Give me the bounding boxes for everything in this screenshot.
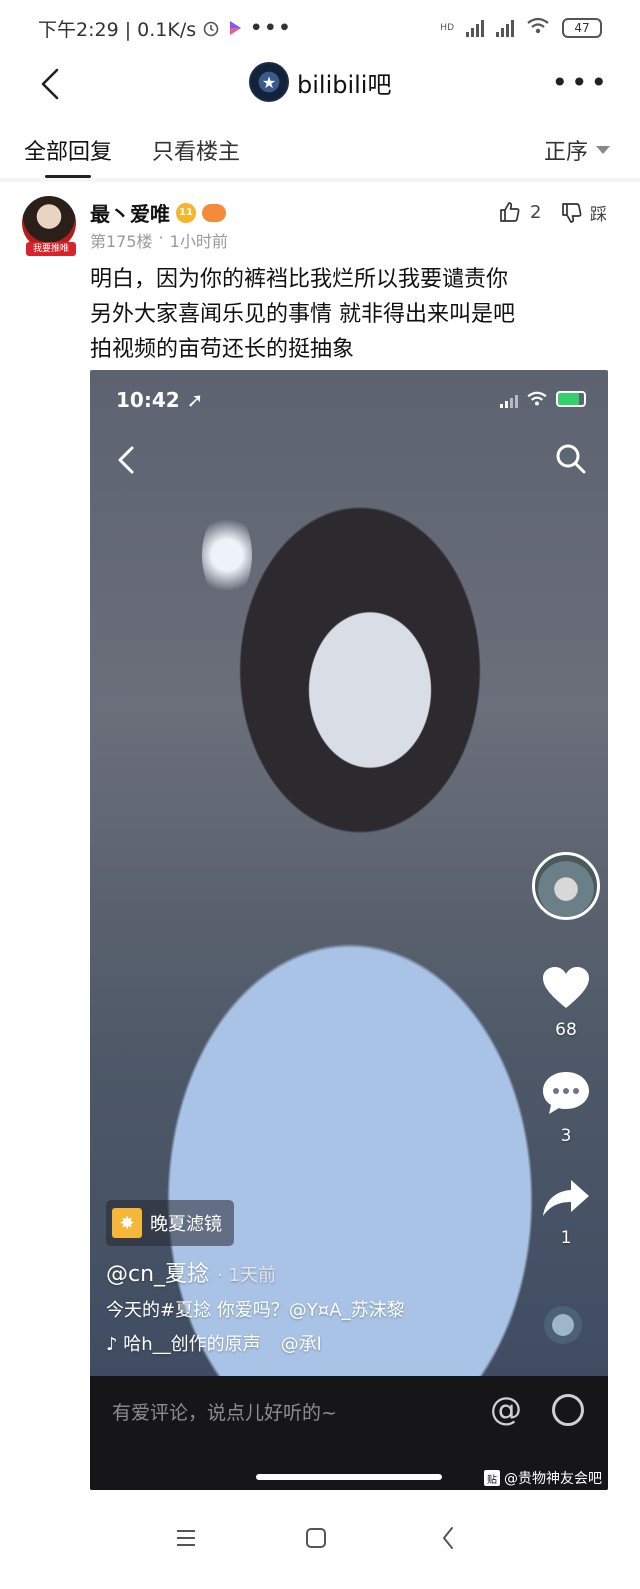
watermark-text: @贵物神友会吧 xyxy=(504,1471,602,1487)
reply-tabs: 全部回复 只看楼主 正序 xyxy=(0,120,640,182)
hd-label: HD xyxy=(440,23,454,33)
home-button[interactable] xyxy=(298,1520,334,1556)
back-arrow-icon xyxy=(41,68,59,100)
avatar-tag: 我要推唯 xyxy=(26,242,76,256)
hair-ornament xyxy=(202,510,252,600)
meta-separator: · xyxy=(158,228,164,247)
shot-share-count: 1 xyxy=(560,1228,572,1248)
back-button[interactable] xyxy=(30,64,70,104)
author-name[interactable]: 最丶爱唯 xyxy=(90,198,170,227)
tab-all-replies[interactable]: 全部回复 xyxy=(24,134,112,166)
author-avatar[interactable]: 我要推唯 xyxy=(22,196,76,256)
post-body: 明白，因为你的裤裆比我烂所以我要谴责你 另外大家喜闻乐见的事情 就非得出来叫是吧… xyxy=(90,262,610,367)
shot-comment-bar: 有爱评论，说点儿好听的~ @ 贴 @贵物神友会吧 xyxy=(90,1376,608,1490)
shot-like-action: 68 xyxy=(538,966,594,1040)
video-time: · 1天前 xyxy=(217,1265,276,1286)
dislike-label: 踩 xyxy=(590,205,607,225)
thumbs-down-icon xyxy=(562,202,582,223)
shot-battery-icon xyxy=(556,391,586,407)
location-arrow-icon: ➚ xyxy=(186,388,204,412)
status-bar: 下午2:29 | 0.1K/s ••• HD 47 xyxy=(0,0,640,56)
signal-2-icon xyxy=(496,19,514,37)
sort-dropdown[interactable]: 正序 xyxy=(544,134,610,166)
shot-wifi-icon xyxy=(527,391,547,406)
tieba-logo-icon: 贴 xyxy=(484,1470,500,1486)
menu-icon xyxy=(177,1530,195,1546)
like-count: 2 xyxy=(530,201,542,223)
comment-placeholder: 有爱评论，说点儿好听的~ xyxy=(112,1402,337,1424)
embedded-screenshot[interactable]: 10:42 ➚ 68 3 1 ✸ 晚夏滤镜 @cn_夏捻 · 1天前 今天的#夏… xyxy=(90,370,608,1490)
forum-avatar: ★ xyxy=(249,62,289,102)
video-app-icon xyxy=(226,19,244,37)
filter-sparkle-icon: ✸ xyxy=(112,1208,142,1238)
shot-home-indicator xyxy=(256,1474,442,1480)
shot-back-icon xyxy=(118,446,134,474)
video-author-row: @cn_夏捻 · 1天前 xyxy=(106,1256,276,1288)
dislike-button[interactable]: 踩 xyxy=(560,200,607,225)
comment-bubble-icon xyxy=(543,1072,589,1114)
menu-button[interactable] xyxy=(168,1520,204,1556)
author-row: 最丶爱唯 11 xyxy=(90,198,226,227)
filter-chip: ✸ 晚夏滤镜 xyxy=(106,1200,234,1246)
active-tab-indicator xyxy=(45,175,91,178)
shot-comment-action: 3 xyxy=(538,1070,594,1146)
shot-comment-count: 3 xyxy=(560,1126,572,1146)
heart-icon xyxy=(543,967,589,1008)
system-back-icon xyxy=(443,1527,453,1549)
home-square-icon xyxy=(306,1528,326,1548)
shot-time: 10:42 ➚ xyxy=(116,388,203,412)
nav-bar: ★ bilibili吧 ••• xyxy=(0,56,640,112)
sort-label: 正序 xyxy=(543,140,588,165)
share-arrow-icon xyxy=(543,1180,589,1216)
watermark: 贴 @贵物神友会吧 xyxy=(484,1468,602,1488)
creator-avatar-disc xyxy=(532,852,600,920)
like-button[interactable]: 2 xyxy=(498,200,541,224)
music-mention: @承l xyxy=(280,1334,322,1355)
shot-signal-icon xyxy=(500,390,518,408)
post-time: 1小时前 xyxy=(169,232,228,251)
wifi-icon xyxy=(526,17,550,40)
tab-op-only[interactable]: 只看楼主 xyxy=(152,134,240,166)
video-author-name: @cn_夏捻 xyxy=(106,1262,210,1287)
floor-number: 第175楼 xyxy=(90,232,153,251)
shot-time-text: 10:42 xyxy=(116,388,180,412)
post-line: 明白，因为你的裤裆比我烂所以我要谴责你 xyxy=(90,267,509,292)
decoration-badge-icon xyxy=(202,203,226,222)
at-mention-icon: @ xyxy=(490,1390,522,1428)
level-badge: 11 xyxy=(176,202,196,223)
post-line: 另外大家喜闻乐见的事情 就非得出来叫是吧 xyxy=(90,302,515,327)
shot-status-icons xyxy=(500,390,586,408)
floor-meta: 第175楼 · 1小时前 xyxy=(90,228,228,252)
battery-icon: 47 xyxy=(562,18,602,38)
video-music-row: ♪ 哈h__创作的原声 @承l xyxy=(106,1330,322,1356)
shot-share-action: 1 xyxy=(538,1178,594,1248)
music-avatar xyxy=(544,1306,582,1344)
signal-1-icon xyxy=(466,19,484,37)
shot-like-count: 68 xyxy=(555,1020,577,1040)
video-caption: 今天的#夏捻 你爱吗？@Y¤A_苏沫黎 xyxy=(106,1300,405,1321)
emoji-icon xyxy=(552,1394,584,1426)
chevron-down-icon xyxy=(596,146,610,154)
forum-name: bilibili吧 xyxy=(297,70,392,99)
music-source: ♪ 哈h__创作的原声 xyxy=(106,1334,261,1355)
more-notifications-icon: ••• xyxy=(250,17,293,39)
system-nav-bar xyxy=(0,1496,640,1589)
filter-label: 晚夏滤镜 xyxy=(150,1214,222,1235)
more-options-button[interactable]: ••• xyxy=(551,66,610,99)
system-back-button[interactable] xyxy=(430,1520,466,1556)
forum-header[interactable]: ★ bilibili吧 xyxy=(249,62,391,102)
alarm-icon xyxy=(202,19,220,37)
thumbs-up-icon xyxy=(500,202,520,222)
post-line: 拍视频的亩苟还长的挺抽象 xyxy=(90,337,355,362)
status-time-speed: 下午2:29 | 0.1K/s xyxy=(38,18,197,41)
shot-search-icon xyxy=(556,444,586,474)
